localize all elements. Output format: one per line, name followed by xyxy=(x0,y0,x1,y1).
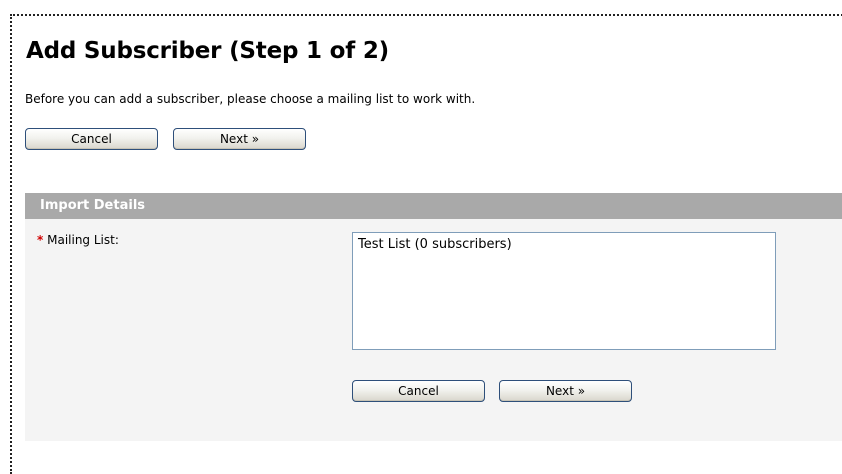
required-marker: * xyxy=(37,233,44,247)
page-title: Add Subscriber (Step 1 of 2) xyxy=(26,38,389,64)
cancel-button-top[interactable]: Cancel xyxy=(25,128,158,150)
panel-header: Import Details xyxy=(25,193,842,219)
next-button-bottom[interactable]: Next » xyxy=(499,380,632,402)
mailing-list-option[interactable]: Test List (0 subscribers) xyxy=(358,237,770,252)
cancel-button-bottom[interactable]: Cancel xyxy=(352,380,485,402)
mailing-list-select[interactable]: Test List (0 subscribers) xyxy=(352,232,776,350)
panel-title: Import Details xyxy=(40,198,146,213)
import-details-panel: Import Details * Mailing List: Test List… xyxy=(25,193,842,441)
mailing-list-label-text: Mailing List: xyxy=(47,233,119,247)
next-button-top[interactable]: Next » xyxy=(173,128,306,150)
intro-text: Before you can add a subscriber, please … xyxy=(25,92,476,106)
mailing-list-label: * Mailing List: xyxy=(37,233,119,247)
